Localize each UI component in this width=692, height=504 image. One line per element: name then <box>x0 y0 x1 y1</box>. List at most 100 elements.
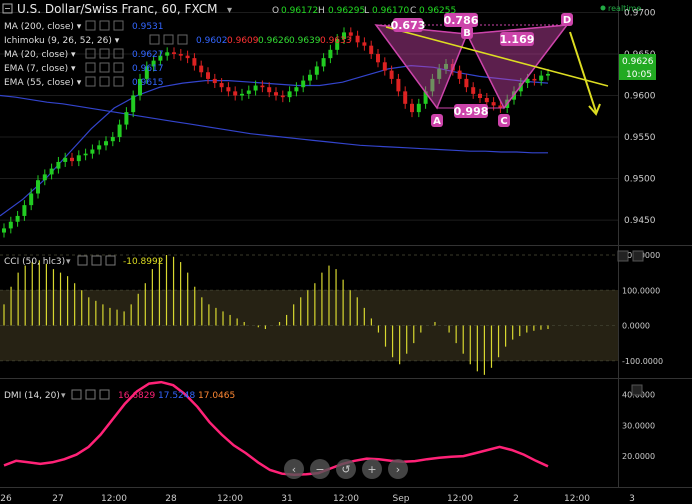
candle-body <box>457 70 462 79</box>
dmi-value-1: 16.6829 <box>118 391 155 401</box>
candle-body <box>36 180 40 194</box>
price-tick-label: 0.9700 <box>624 8 656 18</box>
indicator-value: 0.9609 <box>227 36 259 46</box>
candle-body <box>8 221 13 229</box>
candle-body <box>131 95 136 113</box>
reset-button[interactable]: ↺ <box>336 459 356 479</box>
time-tick-label: 12:00 <box>101 494 127 504</box>
candle-body <box>396 78 401 92</box>
candle-body <box>192 58 197 66</box>
zoom-out-button[interactable]: − <box>310 459 330 479</box>
indicator-label[interactable]: EMA (7, close) ▾ <box>4 64 76 74</box>
indicator-label[interactable]: MA (200, close) ▾ <box>4 22 82 32</box>
dmi-tick-label: 20.0000 <box>622 452 655 461</box>
candle-body <box>22 205 27 216</box>
time-tick-label: 12:00 <box>217 494 243 504</box>
candle-body <box>253 85 258 91</box>
time-tick-label: 28 <box>165 494 177 504</box>
candle-body <box>104 141 108 146</box>
candle-body <box>199 65 204 73</box>
time-tick-label: 2 <box>513 494 519 504</box>
candle-body <box>280 95 285 98</box>
cci-title[interactable]: CCI (50, hlc3) <box>4 257 65 267</box>
price-tick-label: 0.9550 <box>624 133 656 143</box>
price-tick-label: 0.9500 <box>624 175 656 185</box>
ratio-label-3: 0.998 <box>454 105 489 118</box>
candle-body <box>321 58 326 67</box>
symbol-title[interactable]: U.S. Dollar/Swiss Franc, 60, FXCM <box>17 2 218 16</box>
dmi-panel-up-icon[interactable] <box>631 384 643 396</box>
candle-body <box>314 66 319 75</box>
ohlc-low-key: L <box>364 6 369 16</box>
cci-chevron-down-icon[interactable]: ▾ <box>66 257 71 267</box>
indicator-value: 0.9531 <box>132 22 164 32</box>
scroll-back-button[interactable]: ‹ <box>284 459 304 479</box>
indicator-label[interactable]: EMA (55, close) ▾ <box>4 78 82 88</box>
realtime-dot-icon <box>600 5 606 11</box>
candle-body <box>178 53 183 56</box>
candle-body <box>328 49 333 59</box>
cci-tick-label: 0.0000 <box>622 322 650 331</box>
candle-body <box>165 52 170 56</box>
candle-body <box>382 62 387 71</box>
time-tick-label: 26 <box>0 494 12 504</box>
candle-body <box>301 80 306 88</box>
reset-icon: ↺ <box>341 463 350 476</box>
indicator-value: 0.9626 <box>258 36 290 46</box>
dmi-chevron-down-icon[interactable]: ▾ <box>61 391 66 401</box>
cci-panel-down-icon[interactable] <box>632 250 644 262</box>
candle-body <box>206 72 210 79</box>
countdown-label: 10:05 <box>626 70 652 80</box>
ratio-label-1: 0.673 <box>391 19 426 32</box>
candle-body <box>15 215 20 222</box>
candle-body <box>532 78 537 81</box>
candle-body <box>362 42 367 46</box>
scroll-forward-button[interactable]: › <box>388 459 408 479</box>
candle-body <box>274 92 278 96</box>
chevron-left-icon: ‹ <box>292 463 296 476</box>
candle-body <box>63 157 68 162</box>
candle-body <box>70 157 74 162</box>
zoom-in-button[interactable]: + <box>362 459 382 479</box>
candle-body <box>124 112 129 125</box>
candle-body <box>42 174 47 181</box>
time-tick-label: 31 <box>281 494 292 504</box>
candle-body <box>240 93 244 96</box>
candle-body <box>539 75 544 81</box>
candle-body <box>212 78 217 84</box>
indicator-value: 0.9602 <box>196 36 228 46</box>
time-tick-label: 27 <box>52 494 63 504</box>
indicator-label[interactable]: MA (20, close) ▾ <box>4 50 76 60</box>
time-tick-label: 12:00 <box>333 494 359 504</box>
cci-tick-label: -100.0000 <box>622 357 663 366</box>
candle-body <box>117 124 122 138</box>
dmi-value-3: 17.0465 <box>198 391 235 401</box>
candle-body <box>267 87 272 93</box>
candle-body <box>83 153 88 156</box>
dmi-tick-label: 30.0000 <box>622 421 655 430</box>
candle-body <box>226 87 231 92</box>
ohlc-open-key: O <box>272 6 279 16</box>
candle-body <box>294 87 299 92</box>
candle-body <box>471 87 476 94</box>
cci-panel-up-icon[interactable] <box>617 250 629 262</box>
candle-body <box>546 73 550 76</box>
price-tick-label: 0.9450 <box>624 216 656 226</box>
cci-tick-label: 100.0000 <box>622 286 660 295</box>
candle-body <box>246 90 251 94</box>
chart-canvas: 0.673 0.786 0.998 1.169 A B C D U.S. Dol… <box>0 0 692 504</box>
price-tick-label: 0.9600 <box>624 92 656 102</box>
chevron-down-icon[interactable]: ▾ <box>227 5 232 16</box>
candle-body <box>403 91 408 104</box>
indicator-label[interactable]: Ichimoku (9, 26, 52, 26) ▾ <box>4 36 120 46</box>
candle-body <box>376 53 380 63</box>
candle-body <box>29 193 34 206</box>
candle-body <box>389 70 394 79</box>
candle-body <box>410 103 414 113</box>
minus-icon: − <box>315 463 324 476</box>
dmi-title[interactable]: DMI (14, 20) <box>4 391 60 401</box>
time-tick-label: 12:00 <box>447 494 473 504</box>
ohlc-low-value: 0.96170 <box>372 6 409 16</box>
candle-body <box>56 161 61 169</box>
ohlc-close-value: 0.96255 <box>419 6 456 16</box>
